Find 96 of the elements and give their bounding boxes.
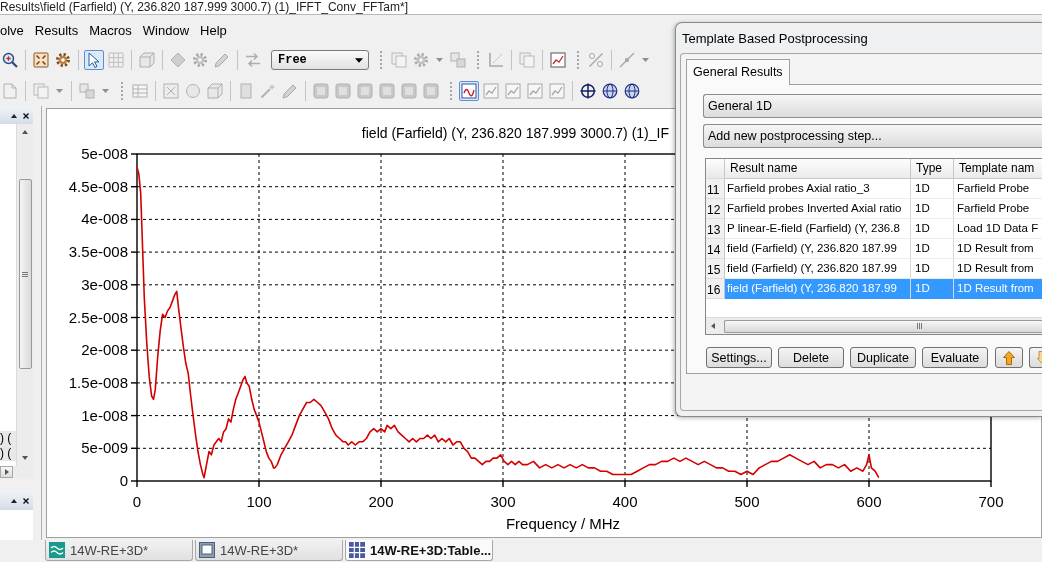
table-cell[interactable]: 1D	[911, 239, 954, 259]
step-dropdown[interactable]: Add new postprocessing step...	[703, 124, 1042, 148]
crosshair-icon[interactable]	[578, 81, 598, 101]
scroll-right-icon	[4, 469, 9, 475]
dialog-button[interactable]: Settings...	[706, 347, 772, 368]
table-cell[interactable]: Load 1D Data F	[954, 219, 1042, 239]
y-tick-label: 2e-008	[81, 341, 128, 359]
chart-icon[interactable]	[548, 50, 568, 70]
table-cell[interactable]: Farfield Probe	[954, 199, 1042, 219]
wave-chart-icon[interactable]	[459, 81, 479, 101]
y-tick-label: 4e-008	[81, 210, 128, 228]
down-arrow-button[interactable]	[1029, 347, 1042, 368]
document-tab[interactable]: 14W-RE+3D*	[195, 540, 343, 561]
table-cell[interactable]: field (Farfield) (Y, 236.820 187.99	[725, 239, 911, 259]
menu-item[interactable]: Help	[200, 22, 227, 38]
x-tick-label: 700	[978, 493, 1004, 510]
x-tick-label: 0	[132, 493, 142, 510]
tree-item[interactable]: ) (	[0, 431, 16, 446]
close-icon[interactable]	[23, 498, 29, 504]
grip-icon	[22, 271, 28, 277]
document-tab[interactable]: 14W-RE+3D:Table...	[345, 540, 493, 561]
up-arrow-button[interactable]	[995, 347, 1023, 368]
menu-item[interactable]: Macros	[89, 22, 132, 38]
table-icon	[349, 542, 365, 558]
wave-icon	[49, 542, 65, 558]
tab[interactable]: General Results	[686, 59, 790, 85]
globe-icon[interactable]	[622, 81, 642, 101]
column-header[interactable]: Template nam	[954, 159, 1042, 179]
table-cell[interactable]: 1D	[911, 199, 954, 219]
y-tick-label: 2.5e-008	[68, 308, 128, 326]
table-cell[interactable]: 1D Result from	[954, 239, 1042, 259]
gear-icon[interactable]	[53, 50, 73, 70]
x-tick-label: 100	[246, 493, 272, 510]
fit-view-icon[interactable]	[31, 50, 51, 70]
table-cell[interactable]: Farfield probes Inverted Axial ratio	[725, 199, 911, 219]
x-tick-label: 300	[490, 493, 516, 510]
document-tab[interactable]: 14W-RE+3D*	[45, 540, 193, 561]
table-cell[interactable]: P linear-E-field (Farfield) (Y, 236.8	[725, 219, 911, 239]
menu-item[interactable]: Results	[34, 22, 79, 38]
x-tick-label: 600	[856, 493, 882, 510]
down-arrow-icon	[1037, 350, 1042, 365]
y-tick-label: 3e-008	[81, 275, 128, 293]
scroll-up-icon[interactable]	[22, 130, 28, 134]
column-header[interactable]: Type	[911, 159, 954, 179]
close-icon[interactable]	[23, 113, 29, 119]
zoom-icon[interactable]	[0, 50, 20, 70]
panel-background	[0, 510, 33, 540]
x-tick-label: 400	[612, 493, 638, 510]
row-header[interactable]: 15	[706, 259, 725, 279]
up-arrow-icon	[1003, 350, 1015, 365]
grip-icon	[917, 323, 922, 329]
y-tick-label: 5e-008	[81, 145, 128, 162]
menu-item[interactable]: olve	[0, 22, 24, 38]
caret-icon	[355, 57, 363, 63]
vertical-scrollbar[interactable]	[16, 124, 33, 466]
horizontal-scrollbar[interactable]	[706, 317, 1042, 334]
view-mode-dropdown[interactable]: Free	[271, 50, 369, 70]
y-tick-label: 3.5e-008	[68, 243, 128, 261]
table-cell[interactable]: Farfield probes Axial ratio_3	[725, 179, 911, 199]
y-tick-label: 4.5e-008	[68, 177, 128, 195]
header-corner	[706, 159, 725, 179]
dialog-title: Template Based Postprocessing	[682, 30, 868, 46]
table-cell[interactable]: Farfield Probe	[954, 179, 1042, 199]
y-tick-label: 0	[119, 472, 128, 489]
row-header[interactable]: 12	[706, 199, 725, 219]
scrollbar-thumb[interactable]	[18, 179, 32, 369]
scroll-right-button[interactable]	[0, 466, 13, 478]
scroll-down-icon[interactable]	[22, 456, 28, 460]
pointer-icon[interactable]	[84, 50, 104, 70]
table-cell[interactable]: 1D	[911, 179, 954, 199]
chart-title: field (Farfield) (Y, 236.820 187.999 3000.7) (1)_IF	[361, 125, 669, 141]
collapse-icon[interactable]	[11, 499, 17, 503]
x-axis-label: Frequency / MHz	[505, 515, 621, 532]
row-header[interactable]: 13	[706, 219, 725, 239]
globe-icon[interactable]	[600, 81, 620, 101]
scroll-left-icon[interactable]	[711, 323, 715, 329]
row-header[interactable]: 14	[706, 239, 725, 259]
y-tick-label: 5e-009	[81, 439, 128, 457]
category-dropdown[interactable]: General 1D	[703, 94, 1042, 118]
x-tick-label: 200	[368, 493, 394, 510]
y-tick-label: 1e-008	[81, 406, 128, 424]
row-header[interactable]: 11	[706, 179, 725, 199]
window-title: Results\field (Farfield) (Y, 236.820 187.999 3000.7) (1)_IFFT_Conv_FFTam*]	[0, 1, 408, 14]
y-tick-label: 1.5e-008	[68, 373, 128, 391]
dialog-button[interactable]: Delete	[778, 347, 844, 368]
tree-item[interactable]: ) (	[0, 446, 16, 461]
scrollbar-thumb[interactable]	[724, 319, 1042, 333]
collapse-icon[interactable]	[11, 114, 17, 118]
menu-item[interactable]: Window	[142, 22, 190, 38]
table-cell[interactable]: 1D	[911, 219, 954, 239]
dialog-button[interactable]: Evaluate	[922, 347, 988, 368]
frame-icon	[199, 542, 215, 558]
column-header[interactable]: Result name	[725, 159, 911, 179]
dialog-button[interactable]: Duplicate	[850, 347, 916, 368]
row-header[interactable]: 16	[706, 279, 725, 299]
x-tick-label: 500	[734, 493, 760, 510]
